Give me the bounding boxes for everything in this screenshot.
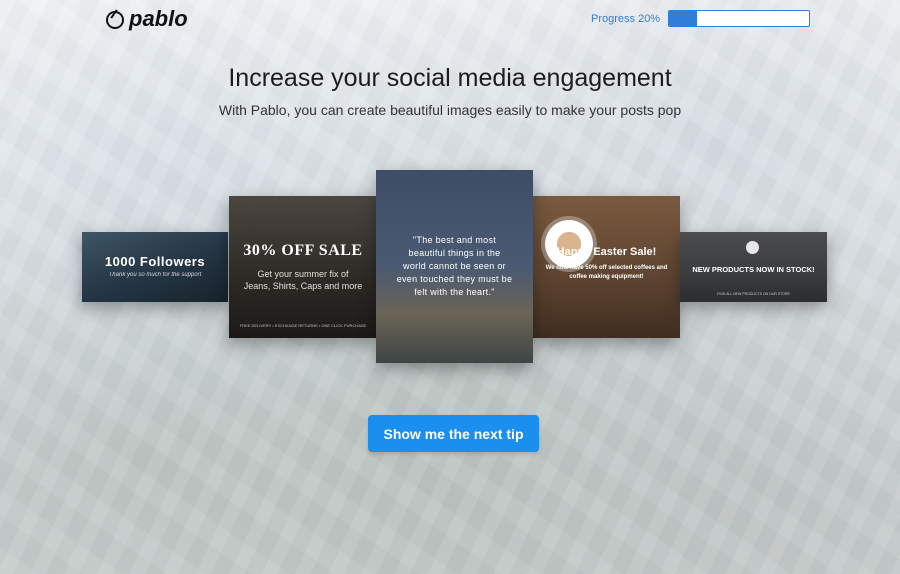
- example-card-new-products: NEW PRODUCTS NOW IN STOCK! FIND ALL NEW …: [680, 232, 827, 302]
- card-subtitle: Get your summer fix of Jeans, Shirts, Ca…: [243, 269, 363, 291]
- card-title: Happy Easter Sale!: [556, 246, 657, 258]
- pablo-logo-icon: [106, 11, 124, 29]
- card-quote: "The best and most beautiful things in t…: [396, 235, 513, 297]
- card-subtitle: We now have 50% off selected coffees and…: [545, 265, 668, 280]
- card-title: NEW PRODUCTS NOW IN STOCK!: [692, 265, 815, 274]
- card-title: 30% OFF SALE: [243, 242, 363, 259]
- example-card-followers: 1000 Followers Thank you so much for the…: [82, 232, 228, 302]
- card-footer: FIND ALL NEW PRODUCTS ON OUR STORE: [717, 292, 790, 296]
- progress-bar-fill: [669, 11, 698, 26]
- next-tip-button[interactable]: Show me the next tip: [368, 415, 539, 452]
- pablo-logo[interactable]: pablo: [106, 6, 188, 32]
- example-card-easter: Happy Easter Sale! We now have 50% off s…: [533, 196, 680, 338]
- page-title: Increase your social media engagement: [228, 64, 672, 92]
- page-subtitle: With Pablo, you can create beautiful ima…: [218, 102, 682, 118]
- progress-bar: [668, 10, 811, 27]
- card-subtitle: Thank you so much for the support: [108, 272, 202, 278]
- logo-text: pablo: [129, 6, 188, 31]
- example-card-sale: 30% OFF SALE Get your summer fix of Jean…: [229, 196, 377, 338]
- store-badge-icon: [746, 241, 759, 254]
- example-card-quote: "The best and most beautiful things in t…: [376, 170, 533, 363]
- card-title: 1000 Followers: [104, 254, 206, 269]
- progress-indicator: Progress 20%: [591, 10, 811, 27]
- progress-label: Progress 20%: [591, 12, 661, 25]
- card-footer: FREE DELIVERY • EXCHANGE RETURNS • ONE C…: [239, 323, 367, 328]
